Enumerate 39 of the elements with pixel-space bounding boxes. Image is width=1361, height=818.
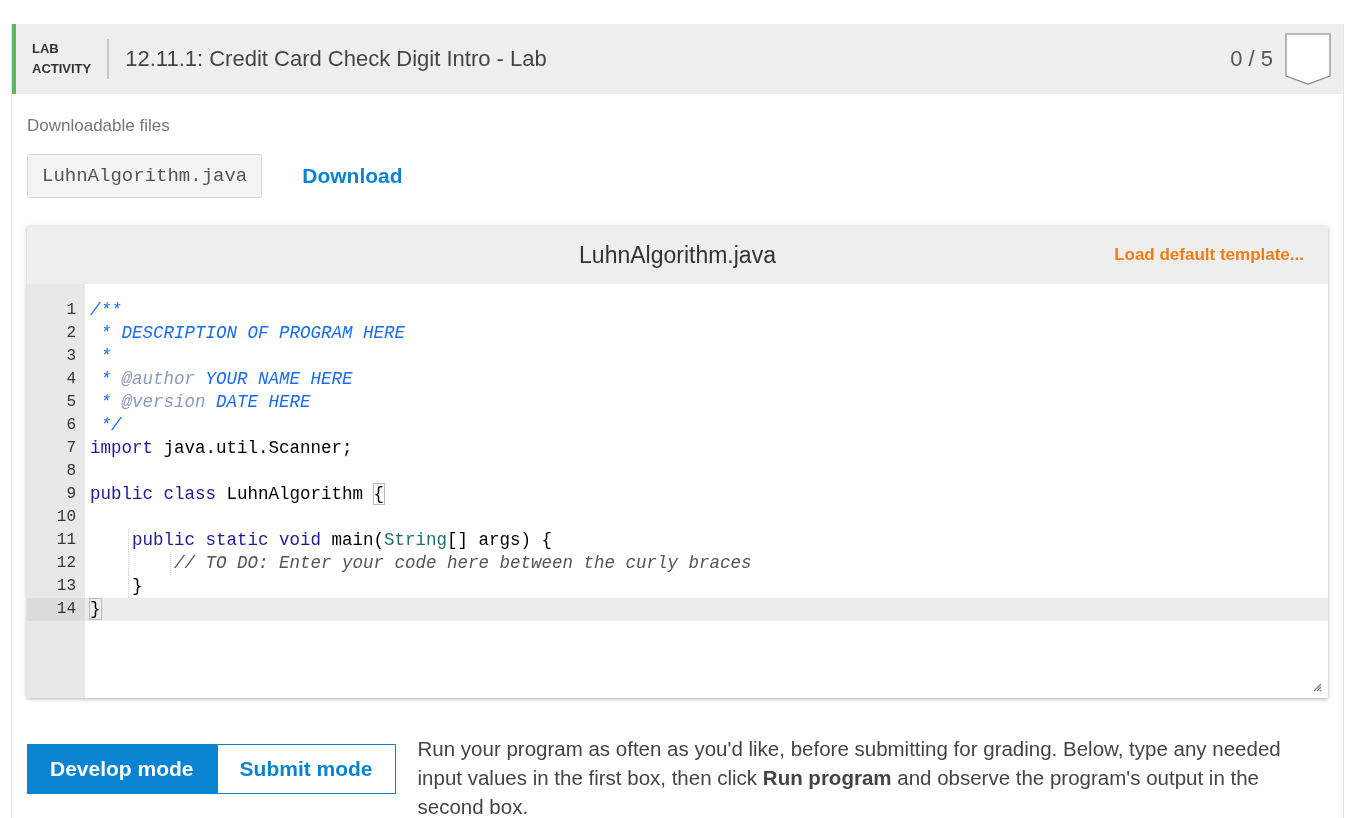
line-number: 3 — [65, 346, 77, 367]
line-number: 4 — [65, 369, 77, 390]
line-number: 2 — [65, 323, 77, 344]
file-name: LuhnAlgorithm.java — [27, 154, 263, 198]
line-number: 8 — [65, 461, 77, 482]
line-number: 10 — [55, 507, 77, 528]
line-number: 6 — [65, 415, 77, 436]
line-number: 13 — [55, 576, 77, 597]
code-line: /** — [90, 299, 122, 322]
code-line: } — [131, 575, 143, 598]
line-number: 7 — [65, 438, 77, 459]
download-link[interactable]: Download — [302, 164, 403, 188]
instructions-text: Run your program as often as you'd like, before submitting for grading. Below, type any needed input values in the first box, then click Run program and observe the program's output in the second box. — [417, 736, 1282, 818]
resize-handle-icon — [1313, 683, 1322, 692]
code-line: * DESCRIPTION OF PROGRAM HERE — [99, 322, 406, 345]
code-line: } — [90, 598, 101, 621]
score: 0 / 5 — [1230, 46, 1273, 72]
code-line: * @author YOUR NAME HERE — [99, 368, 353, 391]
code-line: public class LuhnAlgorithm { — [90, 483, 385, 506]
lab-activity-label: LAB ACTIVITY — [32, 39, 110, 79]
line-number: 5 — [65, 392, 77, 413]
code-line: // TO DO: Enter your code here between the curly braces — [173, 552, 752, 575]
load-template-link[interactable]: Load default template... — [1114, 245, 1304, 265]
code-line: * — [99, 345, 111, 368]
mode-toggle-button[interactable]: Develop mode — [27, 744, 217, 794]
mode-toggle-button[interactable]: Submit mode — [216, 744, 396, 794]
code-line: public static void main(String[] args) { — [131, 529, 553, 552]
code-line: import java.util.Scanner; — [90, 437, 353, 460]
line-number: 1 — [65, 300, 77, 321]
downloadable-files-label: Downloadable files — [27, 116, 171, 136]
editor-file-name: LuhnAlgorithm.java — [579, 241, 776, 269]
line-number: 12 — [55, 553, 77, 574]
code-line: */ — [99, 414, 122, 437]
line-number: 11 — [55, 530, 77, 551]
line-number: 14 — [27, 598, 85, 621]
line-number: 9 — [65, 484, 77, 505]
activity-title: 12.11.1: Credit Card Check Digit Intro - Lab — [125, 46, 548, 72]
shield-badge-icon — [1285, 33, 1331, 85]
code-line: * @version DATE HERE — [99, 391, 311, 414]
